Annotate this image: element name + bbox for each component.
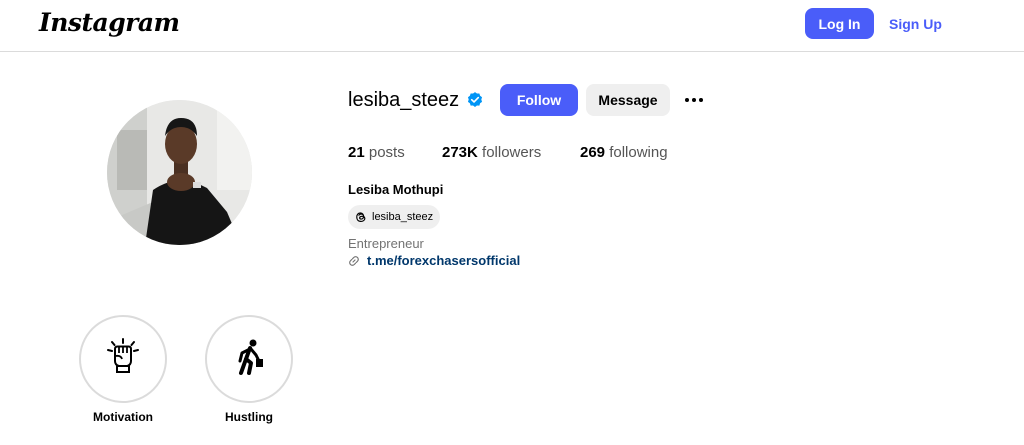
sign-up-link[interactable]: Sign Up [889,8,942,39]
message-button[interactable]: Message [586,84,670,116]
log-in-button[interactable]: Log In [805,8,874,39]
follow-button[interactable]: Follow [500,84,578,116]
verified-badge-icon [466,91,484,109]
profile-link-text: t.me/forexchasersofficial [367,253,521,268]
highlight-cover [79,315,167,403]
threads-badge[interactable]: lesiba_steez [348,205,441,229]
highlight-label: Hustling [225,410,273,424]
profile-avatar[interactable] [107,100,252,245]
link-icon [348,255,360,267]
posts-label: posts [368,144,405,161]
posts-stat: 21 posts [348,144,405,161]
highlight-motivation[interactable]: Motivation [78,315,168,424]
profile-username: lesiba_steez [348,88,460,111]
followers-stat[interactable]: 273K followers [442,144,541,161]
following-count: 269 [580,144,606,161]
highlight-label: Motivation [93,410,153,424]
posts-count: 21 [348,144,365,161]
profile-category: Entrepreneur [348,236,424,251]
followers-count: 273K [442,144,478,161]
username-row: lesiba_steez [348,84,484,116]
profile-full-name: Lesiba Mothupi [348,182,444,197]
raised-fist-icon [103,337,143,382]
threads-handle: lesiba_steez [372,211,434,223]
profile-link[interactable]: t.me/forexchasersofficial [348,253,520,268]
running-figure-icon [229,337,269,382]
highlight-hustling[interactable]: Hustling [204,315,294,424]
instagram-logo[interactable]: Instagram [39,8,180,37]
highlight-cover [205,315,293,403]
followers-label: followers [482,144,542,161]
top-navigation-bar: Instagram Log In Sign Up [0,0,1024,52]
following-stat[interactable]: 269 following [580,144,668,161]
following-label: following [609,144,668,161]
profile-photo [107,100,252,245]
threads-icon [354,210,368,224]
more-horizontal-icon[interactable] [680,88,708,112]
